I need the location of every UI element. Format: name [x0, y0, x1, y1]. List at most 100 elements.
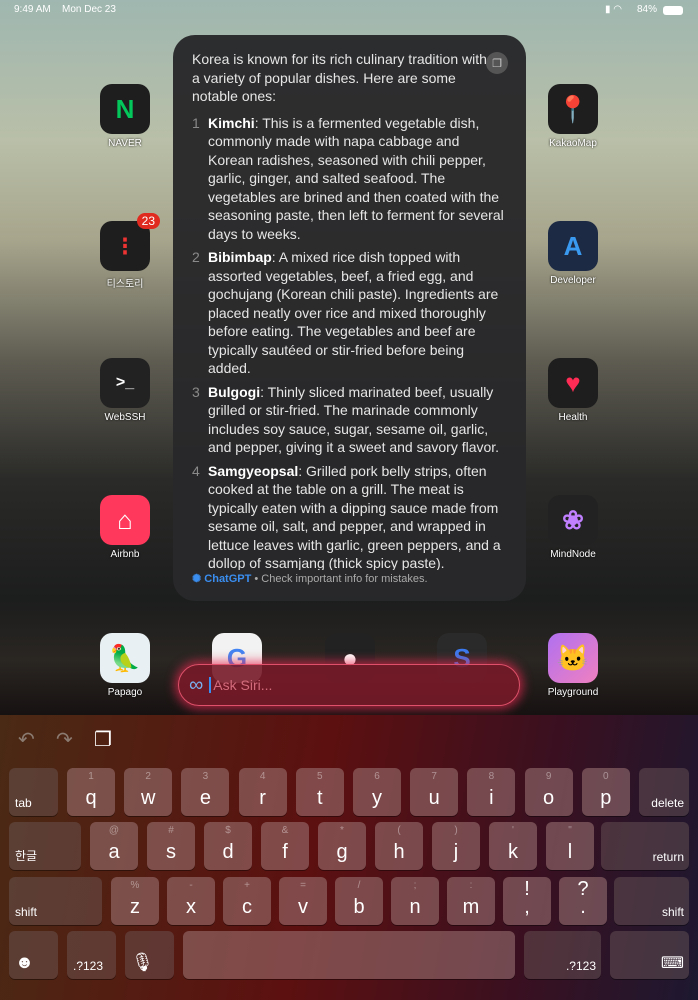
keyboard: ↶ ↷ ❐ tab 1 q 2 w 3 e 4 r 5 t 6 y 7 u 8 i 9 o 0 p delete 한글 @ a #… [0, 715, 698, 1000]
app-playground[interactable]: 🐱 Playground [536, 633, 610, 698]
app-tistory[interactable]: ⁝ 23 티스토리 [88, 213, 162, 290]
key-label: j [453, 841, 459, 863]
key-label: m [462, 896, 480, 918]
key-shift-right[interactable]: shift [614, 877, 689, 925]
copy-icon[interactable]: ❐ [486, 52, 508, 74]
key-label: ' [512, 825, 514, 836]
key-k[interactable]: ' k [489, 822, 537, 870]
app-label: KakaoMap [549, 138, 597, 149]
key-comma[interactable]: !, [503, 877, 551, 925]
key-label: b [353, 896, 365, 918]
key-label: ( [397, 825, 401, 836]
key-j[interactable]: ) j [432, 822, 480, 870]
key-n[interactable]: ; n [391, 877, 439, 925]
key-label: 9 [545, 771, 552, 782]
key-x[interactable]: -x [167, 877, 215, 925]
dish-item: 2 Bibimbap: A mixed rice dish topped with… [192, 248, 508, 378]
app-naver[interactable]: N NAVER [88, 84, 162, 149]
key-label: t [317, 787, 323, 809]
key-label: return [652, 850, 684, 864]
key-f[interactable]: & f [261, 822, 309, 870]
key-d[interactable]: $ d [204, 822, 252, 870]
key-w[interactable]: 2w [124, 768, 173, 816]
key-dismiss-keyboard[interactable]: ⌨ [610, 931, 689, 979]
key-s[interactable]: # s [147, 822, 195, 870]
playground-icon: 🐱 [548, 633, 598, 683]
key-b[interactable]: / b [335, 877, 383, 925]
key-a[interactable]: @ a [90, 822, 138, 870]
key-label: l [567, 841, 573, 863]
key-dictation[interactable]: 🎙 [125, 931, 174, 979]
status-time: 9:49 AM [14, 4, 51, 15]
key-label: & [281, 825, 289, 836]
key-period[interactable]: ?. [559, 877, 607, 925]
app-airbnb[interactable]: ⌂ Airbnb [88, 495, 162, 560]
key-label: s [166, 841, 176, 863]
key-label: , [524, 896, 530, 918]
key-q[interactable]: 1q [67, 768, 115, 816]
key-delete[interactable]: delete [639, 768, 689, 816]
key-r[interactable]: 4r [238, 768, 287, 816]
key-label: p [600, 787, 612, 809]
key-h[interactable]: (h [375, 822, 423, 870]
key-p[interactable]: 0p [581, 768, 630, 816]
siri-icon: ∞ [189, 673, 204, 696]
key-u[interactable]: 7u [410, 768, 459, 816]
app-label: WebSSH [104, 412, 146, 423]
mindnode-icon: ❀ [548, 495, 598, 545]
chatgpt-link[interactable]: ChatGPT [204, 573, 251, 585]
siri-input[interactable]: ∞ Ask Siri... [178, 664, 520, 706]
key-v[interactable]: = v [279, 877, 327, 925]
undo-icon[interactable]: ↶ [18, 727, 35, 752]
key-language[interactable]: 한글 [9, 822, 81, 870]
key-label: 7 [431, 771, 437, 782]
key-return[interactable]: return [601, 822, 689, 870]
app-webssh[interactable]: >_ WebSSH [88, 358, 162, 423]
key-label: $ [225, 825, 231, 836]
key-y[interactable]: 6y [353, 768, 401, 816]
key-label: @ [108, 825, 120, 836]
key-m[interactable]: :m [447, 877, 495, 925]
key-label: k [508, 841, 518, 863]
app-mindnode[interactable]: ❀ MindNode [536, 495, 610, 560]
key-label: shift [15, 905, 38, 919]
key-label: .?123 [73, 959, 104, 973]
key-label: c [242, 896, 252, 918]
terminal-icon: >_ [100, 358, 150, 408]
app-label: MindNode [550, 549, 596, 560]
key-i[interactable]: 8i [467, 768, 516, 816]
app-health[interactable]: ♥ Health [536, 358, 610, 423]
app-papago[interactable]: 🦜 Papago [88, 633, 162, 698]
key-numbers[interactable]: .?123 [67, 931, 116, 979]
key-label: d [222, 841, 234, 863]
key-shift-left[interactable]: shift [9, 877, 102, 925]
app-developer[interactable]: A Developer [536, 221, 610, 286]
key-c[interactable]: + c [223, 877, 271, 925]
key-label: . [580, 896, 586, 918]
key-g[interactable]: * g [318, 822, 366, 870]
key-emoji[interactable]: ☻ [9, 931, 58, 979]
developer-icon: A [548, 221, 598, 271]
key-numbers-right[interactable]: .?123 [524, 931, 601, 979]
key-l[interactable]: " l [546, 822, 594, 870]
paste-icon[interactable]: ❐ [94, 727, 112, 752]
key-space[interactable] [183, 931, 515, 979]
key-label: o [543, 787, 555, 809]
app-label: NAVER [108, 138, 142, 149]
key-t[interactable]: 5t [295, 768, 344, 816]
key-tab[interactable]: tab [9, 768, 58, 816]
key-label: = [300, 880, 306, 891]
app-label: 티스토리 [106, 279, 144, 290]
item-text: Samgyeopsal: Grilled pork belly strips, … [208, 462, 508, 573]
key-label: " [568, 825, 572, 836]
key-o[interactable]: 9o [524, 768, 573, 816]
key-z[interactable]: % z [111, 877, 159, 925]
key-label: 1 [88, 771, 94, 782]
key-e[interactable]: 3e [181, 768, 230, 816]
dish-name: Kimchi [208, 114, 255, 131]
chatgpt-icon: ✺ [192, 573, 205, 585]
signal-wifi-icon: ▮ ◠ [605, 4, 623, 15]
siri-placeholder: Ask Siri... [209, 677, 272, 693]
app-kakaomap[interactable]: 📍 KakaoMap [536, 84, 610, 149]
redo-icon[interactable]: ↷ [56, 727, 73, 752]
